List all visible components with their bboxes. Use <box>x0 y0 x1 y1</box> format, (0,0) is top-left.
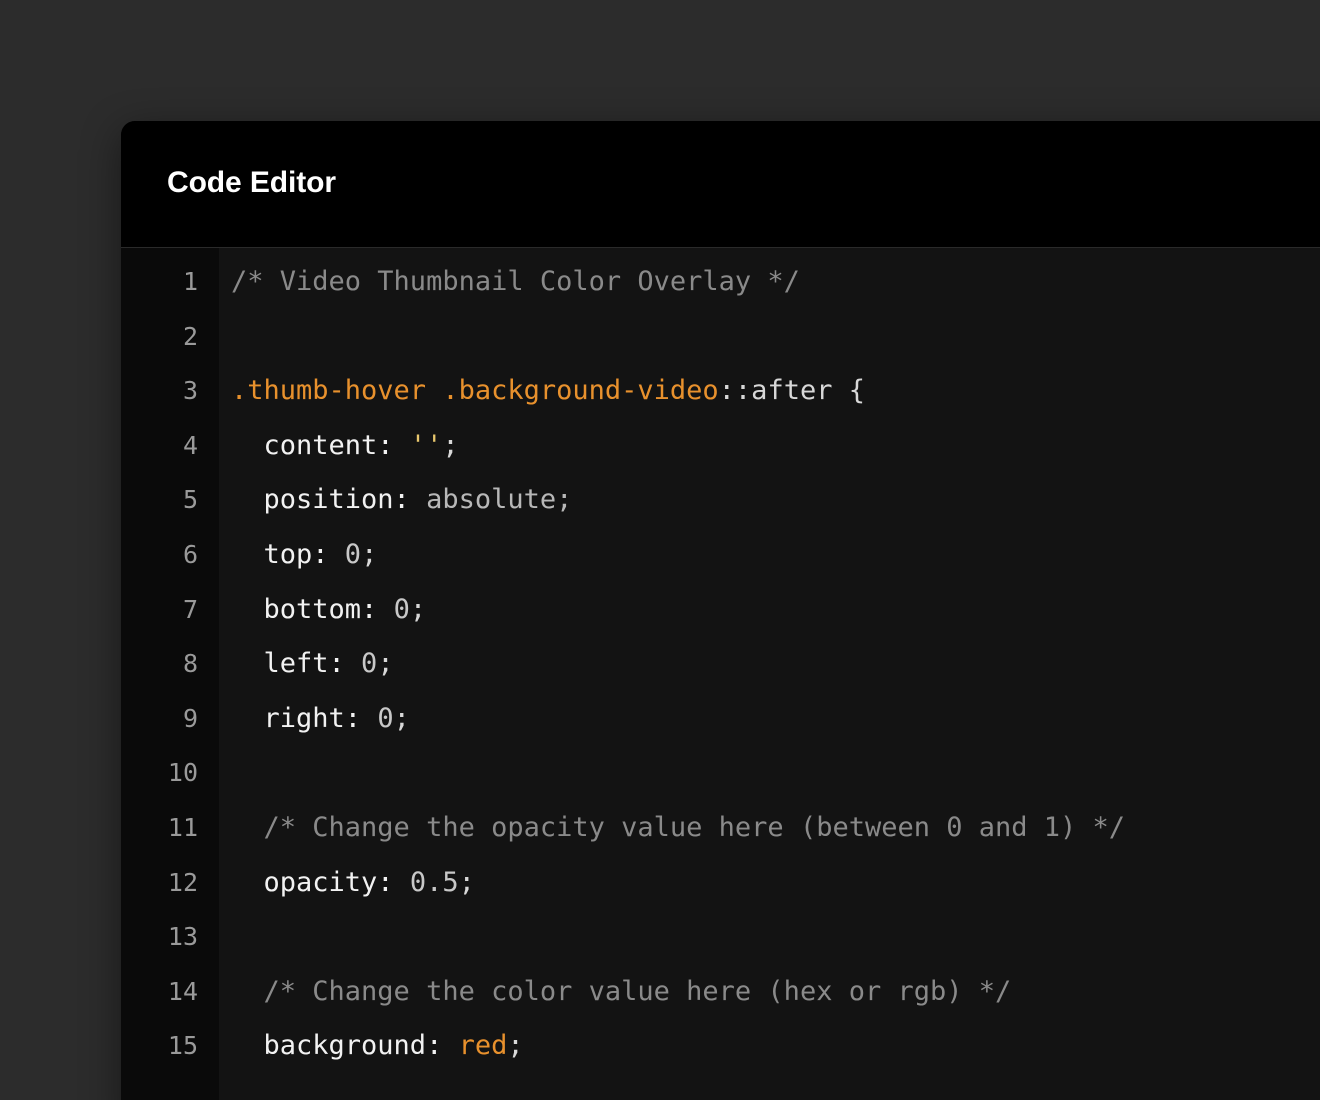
code-token-number: 0 <box>377 702 394 734</box>
code-token-punct: ; <box>361 538 378 570</box>
code-token-comment: /* Change the opacity value here (betwee… <box>231 811 1126 843</box>
line-number: 1 <box>182 267 198 296</box>
page-title: Code Editor <box>167 166 336 199</box>
code-token-prop: content: <box>231 429 410 461</box>
code-token-prop: opacity: <box>231 866 410 898</box>
line-number: 12 <box>167 867 198 897</box>
code-token-prop: position: <box>231 484 427 516</box>
code-token-prop: left: <box>231 648 362 680</box>
line-number: 11 <box>167 812 198 842</box>
code-token-comment: /* Video Thumbnail Color Overlay */ <box>231 266 800 297</box>
code-token-prop: bottom: <box>231 593 394 625</box>
code-line[interactable]: 6 top: 0; <box>121 528 1320 583</box>
code-line[interactable]: 15 background: red; <box>121 1019 1320 1074</box>
line-number: 5 <box>182 485 198 515</box>
line-number: 7 <box>182 594 198 624</box>
code-line-text[interactable]: left: 0; <box>219 637 1320 692</box>
code-line[interactable]: 11 /* Change the opacity value here (bet… <box>121 801 1320 856</box>
code-line[interactable]: 10 <box>121 746 1320 801</box>
code-token-string: '' <box>409 429 443 461</box>
line-number: 9 <box>182 703 198 733</box>
code-token-prop: right: <box>231 702 378 734</box>
code-token-punct: ; <box>442 429 459 461</box>
page-root: Code Editor 1 /* Video Thumbnail Color Ov… <box>0 0 1320 1100</box>
code-token-number: 0 <box>344 538 362 570</box>
code-lines-container: 1 /* Video Thumbnail Color Overlay */ 2 3.… <box>121 248 1320 1074</box>
line-number: 13 <box>167 922 198 952</box>
code-token-number: 0 <box>393 593 410 625</box>
line-number: 4 <box>182 430 198 460</box>
code-token-number: 0.5 <box>409 866 459 898</box>
line-number: 14 <box>167 976 198 1006</box>
code-line-text[interactable]: right: 0; <box>219 692 1320 747</box>
code-line[interactable]: 7 bottom: 0; <box>121 583 1320 638</box>
code-line[interactable]: 5 position: absolute; <box>121 473 1320 528</box>
code-line[interactable]: 1 /* Video Thumbnail Color Overlay */ <box>121 255 1320 310</box>
code-line-text[interactable] <box>219 910 1320 965</box>
code-line[interactable]: 13 <box>121 910 1320 965</box>
code-token-keyword: red <box>458 1030 508 1062</box>
code-token-comment: /* Change the color value here (hex or r… <box>231 975 1012 1007</box>
line-number: 6 <box>182 539 198 569</box>
code-line-text[interactable]: top: 0; <box>219 528 1320 583</box>
code-editor-card: Code Editor 1 /* Video Thumbnail Color Ov… <box>121 121 1320 1100</box>
code-token-prop: top: <box>231 538 345 570</box>
code-token-punct: ; <box>458 866 475 898</box>
code-line-text[interactable]: .thumb-hover .background-video::after { <box>219 364 1320 419</box>
code-token-punct: ; <box>377 648 394 680</box>
code-line[interactable]: 9 right: 0; <box>121 692 1320 747</box>
line-number: 8 <box>182 649 198 679</box>
code-line-text[interactable]: background: red; <box>219 1019 1320 1074</box>
code-line[interactable]: 3 .thumb-hover .background-video::after { <box>121 364 1320 419</box>
code-line-text[interactable]: position: absolute; <box>219 473 1320 528</box>
code-line-text[interactable] <box>219 310 1320 365</box>
line-number: 2 <box>182 321 198 351</box>
code-line[interactable]: 2 <box>121 310 1320 365</box>
code-token-number: 0 <box>361 648 378 680</box>
code-token-value: absolute; <box>426 484 573 516</box>
code-token-prop: background: <box>231 1030 459 1062</box>
code-token-selector: .thumb-hover .background-video <box>231 375 719 407</box>
editor-header: Code Editor <box>121 121 1320 248</box>
code-line[interactable]: 14 /* Change the color value here (hex o… <box>121 965 1320 1020</box>
code-token-punct: ; <box>507 1030 524 1062</box>
code-line[interactable]: 8 left: 0; <box>121 637 1320 692</box>
code-line[interactable]: 12 opacity: 0.5; <box>121 856 1320 911</box>
code-line-text[interactable]: /* Video Thumbnail Color Overlay */ <box>219 255 1320 310</box>
code-line-text[interactable]: content: ''; <box>219 419 1320 474</box>
code-token-pseudo: ::after { <box>718 375 865 407</box>
code-token-punct: ; <box>393 702 410 734</box>
code-line-text[interactable]: /* Change the color value here (hex or r… <box>219 965 1320 1020</box>
code-line-text[interactable]: opacity: 0.5; <box>219 856 1320 911</box>
code-line-text[interactable] <box>219 746 1320 801</box>
line-number: 15 <box>167 1031 198 1061</box>
line-number: 10 <box>167 758 198 788</box>
code-line-text[interactable]: bottom: 0; <box>219 583 1320 638</box>
line-number: 3 <box>182 376 198 406</box>
code-line-text[interactable]: /* Change the opacity value here (betwee… <box>219 801 1320 856</box>
code-token-punct: ; <box>409 593 427 625</box>
code-editor-area[interactable]: 1 /* Video Thumbnail Color Overlay */ 2 3.… <box>121 248 1320 1100</box>
code-line[interactable]: 4 content: ''; <box>121 419 1320 474</box>
